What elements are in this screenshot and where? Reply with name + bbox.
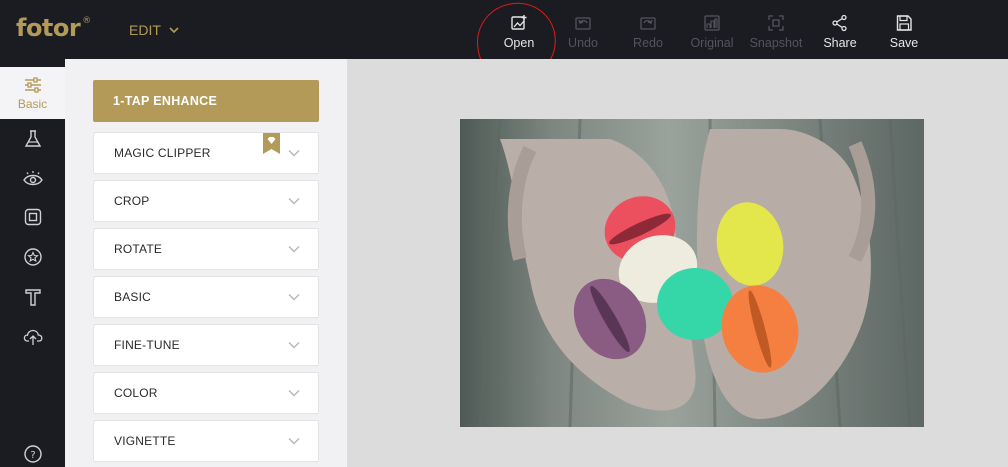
redo-icon <box>640 17 656 30</box>
share-label: Share <box>823 36 857 50</box>
rail-item-help[interactable]: ? <box>0 439 65 467</box>
sliders-icon <box>24 77 41 93</box>
section-fine-tune[interactable]: FINE-TUNE <box>93 324 319 366</box>
chevron-down-icon <box>288 437 300 445</box>
basic-panel: 1-TAP ENHANCE MAGIC CLIPPER CROP ROTATE … <box>65 59 347 467</box>
original-icon <box>704 15 720 31</box>
rail-item-frames[interactable] <box>0 197 65 237</box>
cloud-upload-icon <box>23 329 42 345</box>
chevron-down-icon <box>288 245 300 253</box>
section-basic[interactable]: BASIC <box>93 276 319 318</box>
editing-canvas <box>347 59 1008 467</box>
snapshot-icon <box>768 15 784 31</box>
save-icon <box>896 15 912 31</box>
premium-diamond-icon <box>263 133 280 154</box>
rail-item-text[interactable] <box>0 277 65 317</box>
one-tap-enhance-label: 1-TAP ENHANCE <box>113 94 218 108</box>
left-tool-rail: Basic ? <box>0 59 65 467</box>
snapshot-button[interactable]: Snapshot <box>744 14 808 50</box>
help-icon: ? <box>23 445 42 463</box>
undo-icon <box>575 17 591 30</box>
original-button[interactable]: Original <box>680 14 744 50</box>
macarons-photo <box>460 119 924 427</box>
flask-icon <box>24 130 41 147</box>
undo-button[interactable]: Undo <box>551 14 615 50</box>
chevron-down-icon <box>288 197 300 205</box>
chevron-down-icon <box>288 389 300 397</box>
original-label: Original <box>690 36 734 50</box>
section-color[interactable]: COLOR <box>93 372 319 414</box>
section-label: MAGIC CLIPPER <box>114 146 211 160</box>
snapshot-label: Snapshot <box>749 36 803 50</box>
share-icon <box>832 14 847 32</box>
edit-menu-label: EDIT <box>129 22 161 38</box>
section-label: FINE-TUNE <box>114 338 180 352</box>
sticker-star-icon <box>23 248 42 266</box>
save-label: Save <box>889 36 919 50</box>
rail-item-effects[interactable] <box>0 119 65 159</box>
eye-icon <box>22 171 43 186</box>
section-label: VIGNETTE <box>114 434 176 448</box>
chevron-down-icon <box>288 341 300 349</box>
edit-menu-dropdown[interactable]: EDIT <box>129 22 179 38</box>
section-label: ROTATE <box>114 242 163 256</box>
section-rotate[interactable]: ROTATE <box>93 228 319 270</box>
redo-label: Redo <box>633 36 663 50</box>
top-bar: fotor ® EDIT Open Undo Redo Original Snap… <box>0 0 1008 87</box>
one-tap-enhance-button[interactable]: 1-TAP ENHANCE <box>93 80 319 122</box>
fotor-logo[interactable]: fotor ® <box>16 14 91 42</box>
photo-preview[interactable] <box>460 119 924 427</box>
save-button[interactable]: Save <box>872 14 936 50</box>
section-label: CROP <box>114 194 150 208</box>
section-label: COLOR <box>114 386 158 400</box>
section-magic-clipper[interactable]: MAGIC CLIPPER <box>93 132 319 174</box>
section-label: BASIC <box>114 290 152 304</box>
frame-icon <box>24 208 41 226</box>
redo-button[interactable]: Redo <box>616 14 680 50</box>
share-button[interactable]: Share <box>808 14 872 50</box>
svg-text:?: ? <box>30 450 35 461</box>
section-crop[interactable]: CROP <box>93 180 319 222</box>
rail-item-stickers[interactable] <box>0 237 65 277</box>
chevron-down-icon <box>288 149 300 157</box>
section-vignette[interactable]: VIGNETTE <box>93 420 319 462</box>
rail-item-beauty[interactable] <box>0 159 65 199</box>
chevron-down-icon <box>169 27 179 34</box>
rail-item-basic[interactable]: Basic <box>0 67 65 119</box>
rail-basic-label: Basic <box>17 97 48 111</box>
chevron-down-icon <box>288 293 300 301</box>
undo-label: Undo <box>568 36 598 50</box>
rail-item-cloud[interactable] <box>0 317 65 357</box>
text-icon <box>24 289 41 306</box>
